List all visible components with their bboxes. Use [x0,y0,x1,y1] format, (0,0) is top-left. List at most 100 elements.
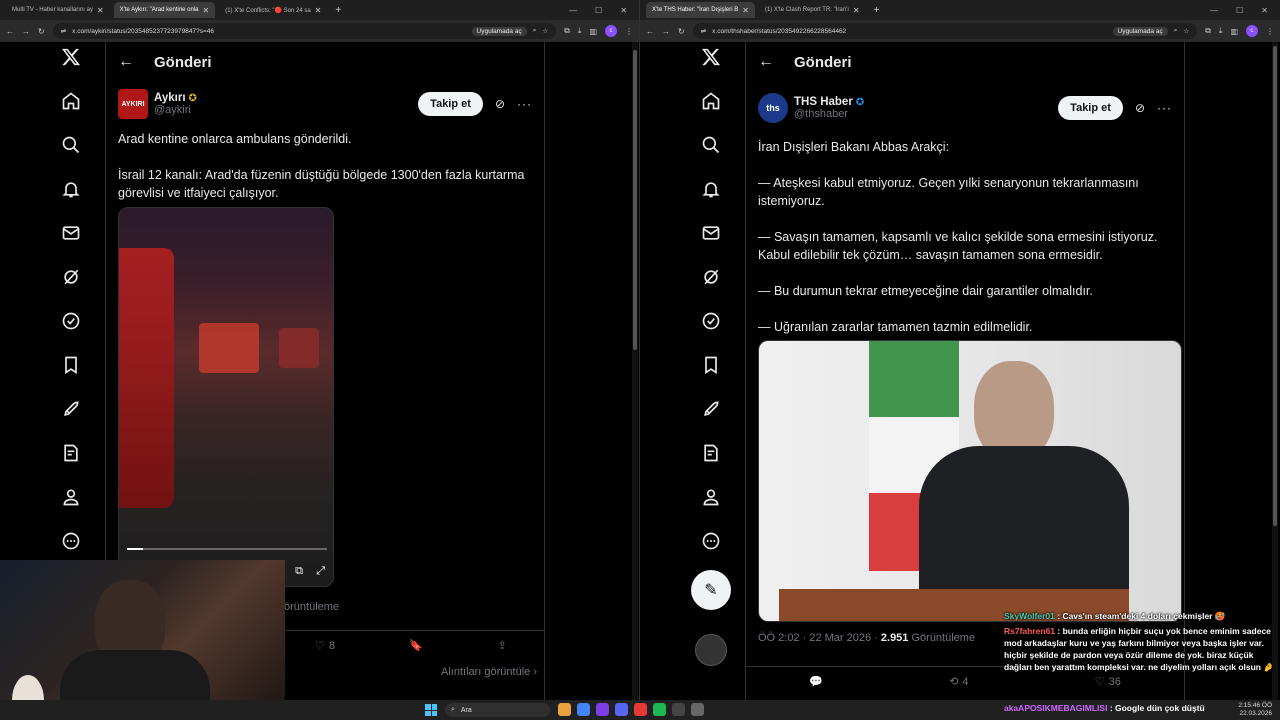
close-icon[interactable]: ✕ [97,6,104,15]
file-explorer-icon[interactable] [558,703,571,716]
like-button[interactable]: ♡ 8 [315,639,335,653]
display-name[interactable]: Aykırı ✪ [154,92,197,104]
close-icon[interactable]: ✕ [742,6,749,15]
extensions-icon[interactable]: ⧉ [1205,26,1211,36]
close-window-icon[interactable]: ✕ [1261,6,1268,15]
handle[interactable]: @thshaber [794,108,864,120]
zoom-icon[interactable]: ⌕ [1174,27,1178,35]
split-icon[interactable]: ▥ [1230,27,1238,36]
back-icon[interactable]: ← [646,27,654,36]
profile-icon[interactable]: c [605,25,617,37]
verified-orgs-icon[interactable] [56,306,86,336]
download-icon[interactable]: ⤓ [578,26,582,36]
quotes-link[interactable]: Alıntıları görüntüle › [441,666,537,678]
retweet-button[interactable]: ⟲ 4 [949,675,968,689]
new-tab-icon[interactable]: + [335,5,341,16]
close-window-icon[interactable]: ✕ [620,6,627,15]
scrollbar-thumb[interactable] [633,50,637,350]
back-arrow-icon[interactable]: ← [758,53,774,71]
search-icon[interactable] [56,130,86,160]
follow-button[interactable]: Takip et [1058,96,1123,120]
x-logo-icon[interactable] [56,42,86,72]
scrollbar[interactable] [1272,42,1278,700]
search-icon[interactable] [696,130,726,160]
grok-explain-icon[interactable]: ⊘ [1135,101,1145,115]
post-video[interactable]: ⧉ ⤢ [118,207,334,587]
minimize-icon[interactable]: — [1210,6,1218,15]
jobs-rocket-icon[interactable] [696,394,726,424]
articles-icon[interactable] [56,438,86,468]
display-name[interactable]: THS Haber ✪ [794,96,864,108]
tab-conflicts[interactable]: (1) X'te Conflicts: "🔴 Son 24 sa ✕ [219,2,327,18]
menu-icon[interactable]: ⋮ [1266,27,1274,36]
open-in-app-button[interactable]: Uygulamada aç [1112,26,1168,36]
jobs-rocket-icon[interactable] [56,394,86,424]
profile-icon[interactable] [696,482,726,512]
tab-thshaber[interactable]: X'te THS Haber: "İran Dışişleri B ✕ [646,2,755,18]
avatar[interactable]: ths [758,93,788,123]
site-info-icon[interactable]: ⇌ [61,27,66,35]
back-icon[interactable]: ← [6,27,14,36]
taskbar-search[interactable]: ⌕ Ara [445,703,550,717]
extensions-icon[interactable]: ⧉ [564,26,570,36]
notifications-icon[interactable] [56,174,86,204]
bookmark-icon[interactable]: 🔖 [409,639,423,652]
profile-icon[interactable] [56,482,86,512]
menu-icon[interactable]: ⋮ [625,27,633,36]
open-in-app-button[interactable]: Uygulamada aç [471,26,527,36]
tab-aykiri[interactable]: X'te Aykırı: "Arad kentine onla ✕ [113,2,216,18]
messages-icon[interactable] [56,218,86,248]
avatar[interactable]: AYKIRI [118,89,148,119]
reply-icon[interactable]: 💬 [809,675,823,688]
app-icon[interactable] [634,703,647,716]
obs-icon[interactable] [672,703,685,716]
back-arrow-icon[interactable]: ← [118,53,134,71]
split-icon[interactable]: ▥ [589,27,597,36]
more-options-icon[interactable]: ··· [1157,101,1172,115]
new-tab-icon[interactable]: + [874,5,880,16]
scrollbar[interactable] [632,42,638,700]
minimize-icon[interactable]: — [569,6,577,15]
reload-icon[interactable]: ↻ [678,27,685,36]
chrome-icon[interactable] [577,703,590,716]
bookmark-star-icon[interactable]: ☆ [542,27,548,35]
forward-icon[interactable]: → [662,27,670,36]
follow-button[interactable]: Takip et [418,92,483,116]
scrollbar-thumb[interactable] [1273,46,1277,526]
close-icon[interactable]: ✕ [315,6,322,15]
url-field[interactable]: ⇌ x.com/thshaber/status/2035492266228564… [692,23,1198,39]
url-field[interactable]: ⇌ x.com/aykiri/status/203548523772397984… [52,23,557,39]
tab-multitv[interactable]: Multi TV - Haber kanallarını ay ✕ [6,2,110,18]
profile-icon[interactable]: c [1246,25,1258,37]
handle[interactable]: @aykiri [154,104,197,116]
grok-explain-icon[interactable]: ⊘ [495,97,505,111]
close-icon[interactable]: ✕ [853,6,860,15]
download-icon[interactable]: ⤓ [1219,26,1223,36]
bookmark-star-icon[interactable]: ☆ [1183,27,1189,35]
zoom-icon[interactable]: ⌕ [533,27,537,35]
maximize-icon[interactable]: ☐ [595,6,602,15]
app-icon[interactable] [596,703,609,716]
x-logo-icon[interactable] [696,42,726,72]
site-info-icon[interactable]: ⇌ [701,27,706,35]
spotify-icon[interactable] [653,703,666,716]
messages-icon[interactable] [696,218,726,248]
close-icon[interactable]: ✕ [203,6,210,15]
discord-icon[interactable] [615,703,628,716]
maximize-icon[interactable]: ☐ [1236,6,1243,15]
account-avatar[interactable] [695,634,727,666]
more-options-icon[interactable]: ··· [517,97,532,111]
more-icon[interactable] [696,526,726,556]
app-icon[interactable] [691,703,704,716]
start-icon[interactable] [425,704,437,716]
compose-post-button[interactable]: ✎ [691,570,731,610]
grok-icon[interactable] [696,262,726,292]
bookmarks-icon[interactable] [56,350,86,380]
articles-icon[interactable] [696,438,726,468]
fullscreen-icon[interactable]: ⤢ [316,565,325,578]
reload-icon[interactable]: ↻ [38,27,45,36]
more-icon[interactable] [56,526,86,556]
home-icon[interactable] [696,86,726,116]
pip-icon[interactable]: ⧉ [295,565,303,578]
share-icon[interactable]: ⇪ [498,639,507,652]
